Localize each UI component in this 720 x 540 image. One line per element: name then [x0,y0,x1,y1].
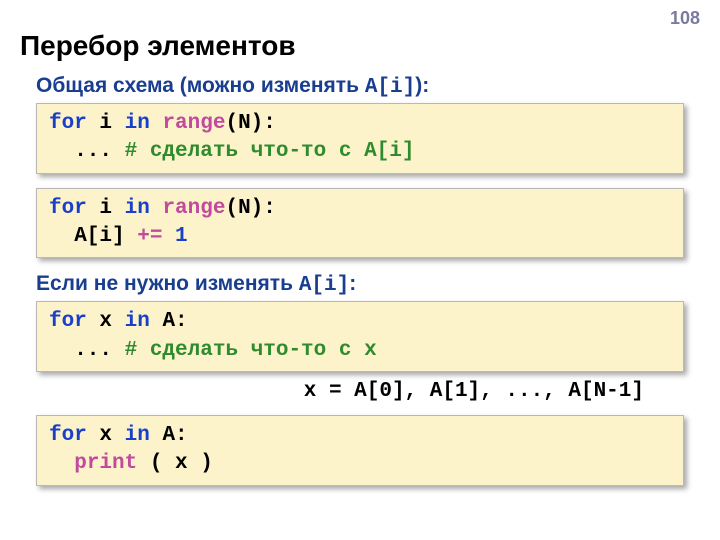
kw-for: for [49,424,87,447]
code-text [49,452,74,475]
code-text: i [87,197,125,220]
code-text: ( x ) [137,452,213,475]
fn-range: range [162,197,225,220]
subhead1-prefix: Общая схема (можно изменять [36,74,365,97]
code-block-4: for x in A: print ( x ) [36,415,684,486]
code-text [150,112,163,135]
code-text: x [87,310,125,333]
subhead2-suffix: : [349,272,356,295]
code-text: i [87,112,125,135]
code-text: (N): [225,197,275,220]
code-block-1: for i in range(N): ... # сделать что-то … [36,103,684,174]
kw-in: in [125,310,150,333]
fn-print: print [74,452,137,475]
kw-in: in [125,112,150,135]
subhead2-code: A[i] [299,274,349,297]
code-comment: # сделать что-то с x [125,339,377,362]
kw-for: for [49,197,87,220]
code-block-3: for x in A: ... # сделать что-то с x [36,301,684,372]
subhead2-prefix: Если не нужно изменять [36,272,299,295]
kw-for: for [49,112,87,135]
code-number: 1 [175,225,188,248]
kw-for: for [49,310,87,333]
kw-in: in [125,424,150,447]
code-text: ... [49,140,125,163]
op-plus-eq: += [125,225,175,248]
fn-range: range [162,112,225,135]
subhead-mutable: Общая схема (можно изменять A[i]): [36,74,720,99]
code-block-2: for i in range(N): A[i] += 1 [36,188,684,259]
code-text [150,197,163,220]
subhead1-code: A[i] [365,76,415,99]
slide-title: Перебор элементов [0,0,720,68]
code-text: A: [150,424,188,447]
code-text: (N): [225,112,275,135]
annotation: x = A[0], A[1], ..., A[N-1] [36,380,684,403]
code-text: x [87,424,125,447]
code-text: A[i] [49,225,125,248]
code-text: A: [150,310,188,333]
code-text: ... [49,339,125,362]
subhead1-suffix: ): [415,74,429,97]
page-number: 108 [670,8,700,29]
code-comment: # сделать что-то с A[i] [125,140,415,163]
subhead-immutable: Если не нужно изменять A[i]: [36,272,720,297]
kw-in: in [125,197,150,220]
